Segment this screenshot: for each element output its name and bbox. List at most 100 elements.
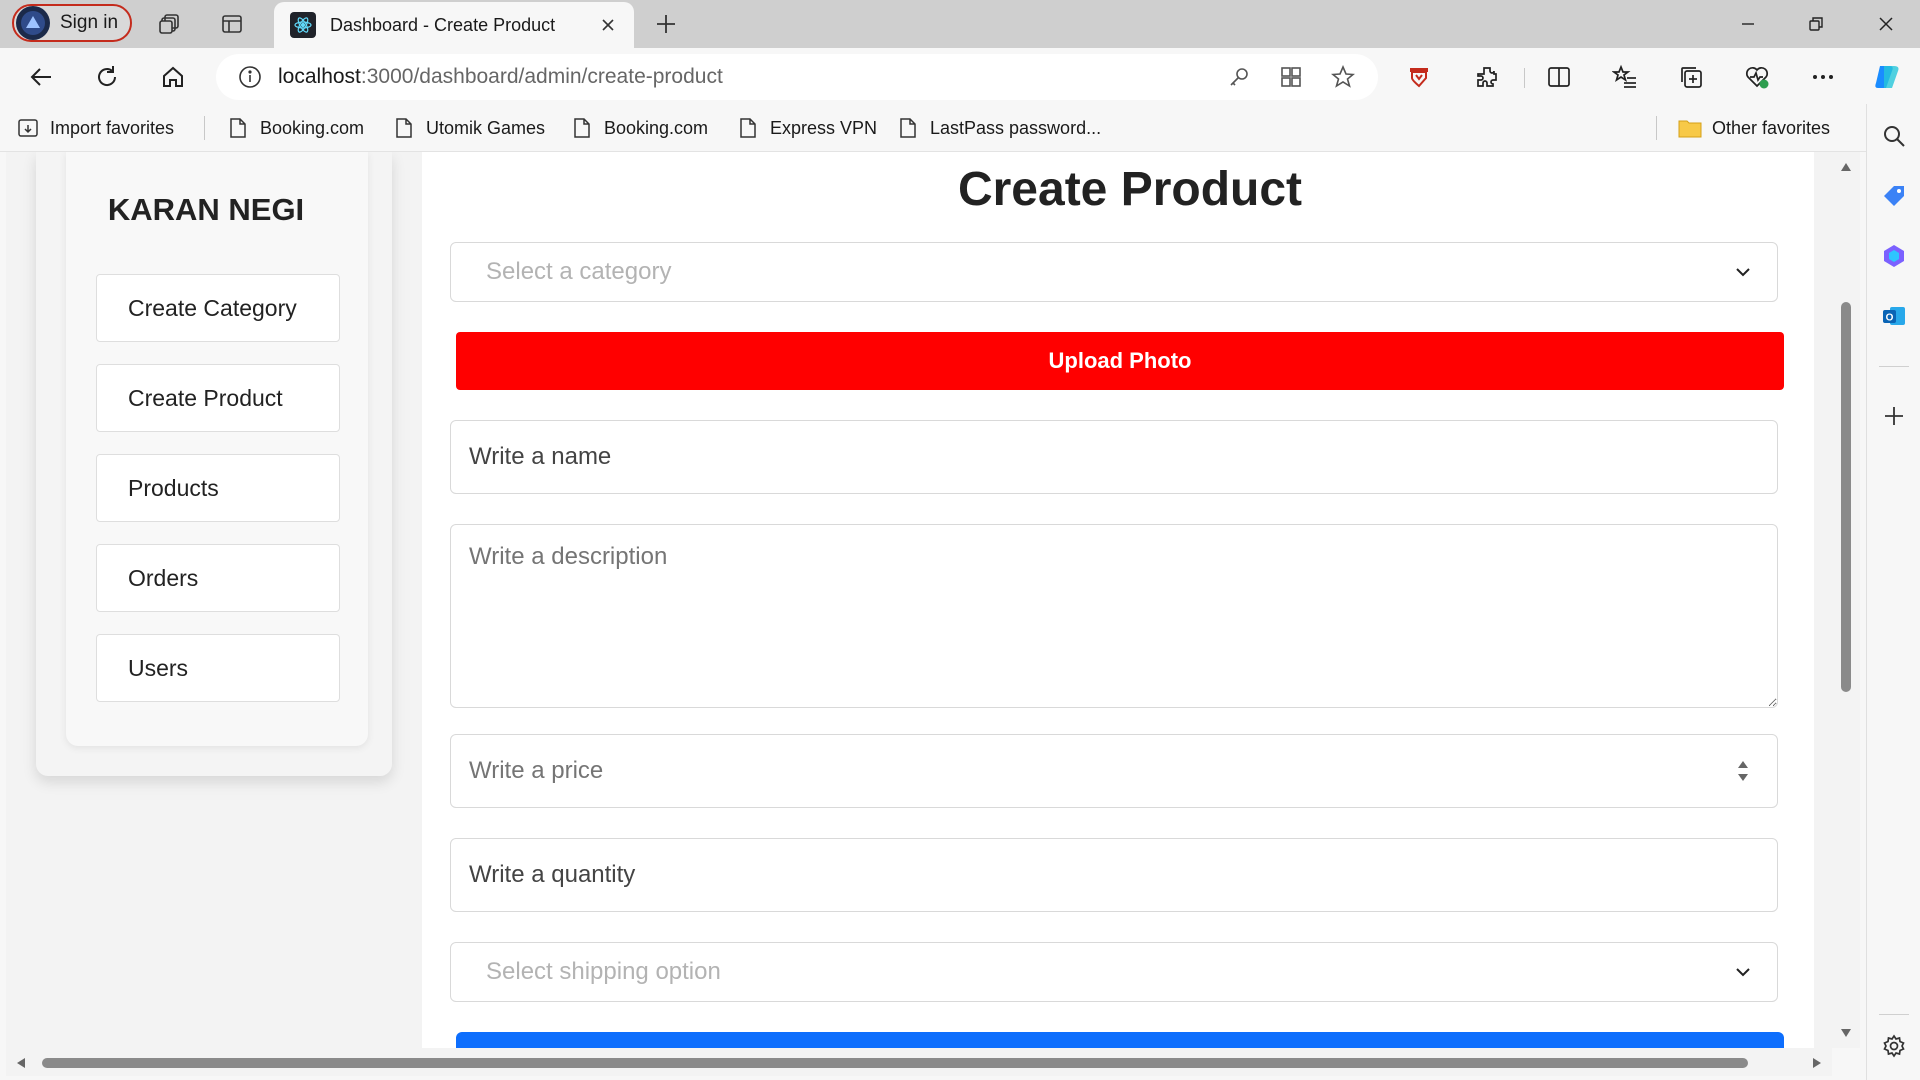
create-product-form: Create Product Select a category Upload … <box>422 152 1814 1048</box>
scroll-up-arrow-icon[interactable] <box>1840 162 1852 172</box>
shopping-tag-icon[interactable] <box>1878 180 1910 212</box>
profile-avatar-icon <box>16 6 50 40</box>
menu-create-category[interactable]: Create Category <box>96 274 340 342</box>
sidebar-divider <box>1879 1014 1909 1015</box>
shield-extension-icon[interactable] <box>1402 60 1436 94</box>
search-icon[interactable] <box>1878 120 1910 152</box>
price-field <box>450 734 1778 808</box>
scroll-down-arrow-icon[interactable] <box>1840 1028 1852 1038</box>
scroll-left-arrow-icon[interactable] <box>16 1057 26 1069</box>
vertical-scroll-thumb[interactable] <box>1841 302 1851 692</box>
chevron-down-icon <box>1731 960 1755 984</box>
bookmark-label: Booking.com <box>604 117 709 138</box>
browser-toolbar: localhost:3000/dashboard/admin/create-pr… <box>0 48 1920 104</box>
outlook-icon[interactable]: O <box>1878 300 1910 332</box>
upload-photo-button[interactable]: Upload Photo <box>456 332 1784 390</box>
toolbar-divider <box>1524 68 1525 88</box>
create-product-submit-button[interactable] <box>456 1032 1784 1048</box>
add-sidebar-app-icon[interactable] <box>1878 400 1910 432</box>
home-icon[interactable] <box>156 60 190 94</box>
svg-text:O: O <box>1886 313 1894 324</box>
bookmark-utomik-games[interactable]: Utomik Games <box>392 114 545 142</box>
bookmark-lastpass[interactable]: LastPass password... <box>896 114 1101 142</box>
minimize-icon[interactable] <box>1728 8 1768 40</box>
sidebar-divider <box>1879 366 1909 367</box>
address-bar[interactable]: localhost:3000/dashboard/admin/create-pr… <box>216 54 1378 100</box>
shipping-select[interactable]: Select shipping option <box>450 942 1778 1002</box>
description-textarea[interactable] <box>450 524 1778 708</box>
title-bar: Sign in Dashboard - Create Product <box>0 0 1920 48</box>
sign-in-label: Sign in <box>60 12 119 33</box>
copilot-icon[interactable] <box>1870 60 1904 94</box>
url-path: :3000/dashboard/admin/create-product <box>360 65 723 88</box>
horizontal-scrollbar[interactable] <box>6 1048 1832 1076</box>
extensions-icon[interactable] <box>1470 60 1504 94</box>
other-favorites-folder[interactable]: Other favorites <box>1678 114 1830 142</box>
bookmark-booking-2[interactable]: Booking.com <box>570 114 708 142</box>
browser-essentials-icon[interactable] <box>1740 60 1774 94</box>
restore-icon[interactable] <box>1796 8 1836 40</box>
menu-create-product[interactable]: Create Product <box>96 364 340 432</box>
page-icon <box>736 116 760 140</box>
name-input[interactable] <box>450 420 1778 494</box>
more-options-icon[interactable] <box>1806 60 1840 94</box>
category-placeholder: Select a category <box>486 258 672 285</box>
menu-products[interactable]: Products <box>96 454 340 522</box>
page-icon <box>570 116 594 140</box>
menu-orders[interactable]: Orders <box>96 544 340 612</box>
scroll-right-arrow-icon[interactable] <box>1812 1057 1822 1069</box>
settings-gear-icon[interactable] <box>1878 1030 1910 1062</box>
folder-icon <box>1678 116 1702 140</box>
password-key-icon[interactable] <box>1222 60 1256 94</box>
menu-users[interactable]: Users <box>96 634 340 702</box>
favorites-list-icon[interactable] <box>1608 60 1642 94</box>
admin-menu-card: KARAN NEGI Create Category Create Produc… <box>36 152 392 776</box>
horizontal-scroll-thumb[interactable] <box>42 1058 1748 1068</box>
import-favorites-label: Import favorites <box>50 117 175 138</box>
tab-title: Dashboard - Create Product <box>330 14 556 35</box>
bookmark-label: LastPass password... <box>930 117 1102 138</box>
favorites-bar: Import favorites Booking.com Utomik Game… <box>0 104 1920 152</box>
import-favorites-link[interactable]: Import favorites <box>16 114 174 142</box>
favorite-star-icon[interactable] <box>1326 60 1360 94</box>
tab-dashboard[interactable]: Dashboard - Create Product <box>274 2 634 48</box>
bookmarks-divider <box>204 116 205 140</box>
vertical-scrollbar[interactable] <box>1832 152 1860 1048</box>
price-input[interactable] <box>451 757 1733 785</box>
split-screen-icon[interactable] <box>1542 60 1576 94</box>
number-spinner-icon[interactable] <box>1733 756 1753 786</box>
bookmark-label: Express VPN <box>770 117 878 138</box>
category-select[interactable]: Select a category <box>450 242 1778 302</box>
back-icon[interactable] <box>24 60 58 94</box>
refresh-icon[interactable] <box>90 60 124 94</box>
url-text[interactable]: localhost:3000/dashboard/admin/create-pr… <box>278 65 1204 89</box>
site-info-icon[interactable] <box>236 63 264 91</box>
close-window-icon[interactable] <box>1866 8 1906 40</box>
url-host: localhost <box>278 65 361 88</box>
bookmark-label: Booking.com <box>260 117 365 138</box>
chevron-down-icon <box>1731 260 1755 284</box>
workspaces-icon[interactable] <box>154 8 186 40</box>
sign-in-button[interactable]: Sign in <box>12 4 132 42</box>
page-viewport: KARAN NEGI Create Category Create Produc… <box>6 152 1860 1048</box>
apps-icon[interactable] <box>1274 60 1308 94</box>
bookmark-booking-1[interactable]: Booking.com <box>226 114 364 142</box>
collections-icon[interactable] <box>1674 60 1708 94</box>
react-favicon-icon <box>290 12 316 38</box>
bookmark-label: Utomik Games <box>426 117 546 138</box>
admin-username: KARAN NEGI <box>107 192 305 227</box>
page-title: Create Product <box>957 163 1303 216</box>
m365-icon[interactable] <box>1878 240 1910 272</box>
page-icon <box>392 116 416 140</box>
admin-menu-panel: KARAN NEGI Create Category Create Produc… <box>66 152 368 746</box>
page-icon <box>226 116 250 140</box>
bookmarks-divider <box>1656 116 1657 140</box>
edge-sidebar: O <box>1866 104 1920 1080</box>
close-tab-icon[interactable] <box>596 13 620 37</box>
import-icon <box>16 116 40 140</box>
other-favorites-label: Other favorites <box>1712 117 1831 138</box>
bookmark-express-vpn[interactable]: Express VPN <box>736 114 877 142</box>
new-tab-icon[interactable] <box>650 8 682 40</box>
vertical-tabs-icon[interactable] <box>216 8 248 40</box>
quantity-input[interactable] <box>450 838 1778 912</box>
